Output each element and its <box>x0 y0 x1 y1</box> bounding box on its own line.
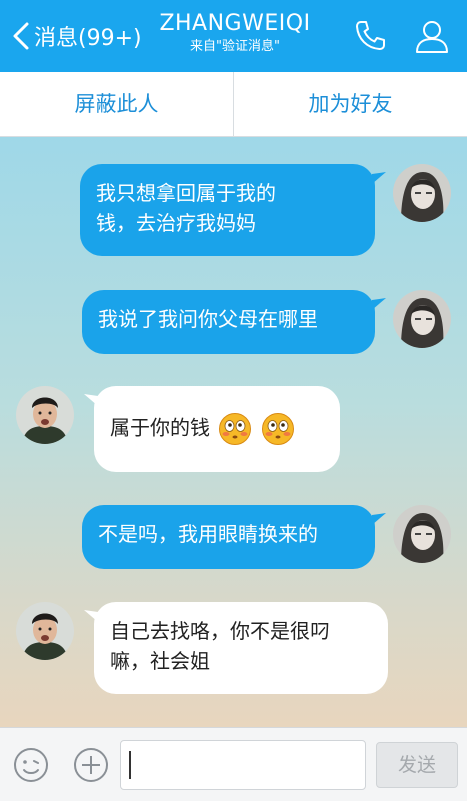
message-text: 我只想拿回属于我的 <box>96 181 276 205</box>
message-text: 属于你的钱 <box>110 415 210 440</box>
bubble-tail <box>372 298 386 310</box>
contact-name: ZHANGWEIQI <box>159 11 311 36</box>
add-friend-button[interactable]: 加为好友 <box>234 72 467 136</box>
block-user-button[interactable]: 屏蔽此人 <box>0 72 233 136</box>
message-bubble-incoming[interactable]: 自己去找咯，你不是很叼 嘛，社会姐 <box>94 602 388 694</box>
avatar-me[interactable] <box>393 164 451 222</box>
phone-icon[interactable] <box>352 18 388 54</box>
back-label: 消息(99+) <box>34 26 142 51</box>
flushed-face-emoji <box>219 413 252 445</box>
chevron-left-icon <box>13 22 29 50</box>
message-text: 嘛，社会姐 <box>110 649 210 673</box>
avatar-image <box>16 602 74 660</box>
avatar-contact[interactable] <box>16 602 74 660</box>
message-bubble-outgoing[interactable]: 我说了我问你父母在哪里 <box>82 290 375 354</box>
person-icon[interactable] <box>414 18 450 54</box>
avatar-image <box>393 164 451 222</box>
text-caret <box>129 751 131 779</box>
message-text: 钱，去治疗我妈妈 <box>96 211 256 235</box>
contact-source: 来自"验证消息" <box>190 39 280 54</box>
stranger-action-bar: 屏蔽此人 加为好友 <box>0 72 467 137</box>
message-text: 自己去找咯，你不是很叼 <box>110 619 330 643</box>
message-bubble-incoming[interactable]: 属于你的钱 <box>94 386 340 472</box>
message-text: 我说了我问你父母在哪里 <box>98 307 318 331</box>
message-text: 不是吗，我用眼睛换来的 <box>98 522 318 546</box>
message-bubble-outgoing[interactable]: 我只想拿回属于我的 钱，去治疗我妈妈 <box>80 164 375 256</box>
chat-header: 消息(99+) ZHANGWEIQI 来自"验证消息" <box>0 0 467 72</box>
message-bubble-outgoing[interactable]: 不是吗，我用眼睛换来的 <box>82 505 375 569</box>
avatar-image <box>393 505 451 563</box>
avatar-image <box>16 386 74 444</box>
avatar-contact[interactable] <box>16 386 74 444</box>
input-bar: 发送 <box>0 727 467 801</box>
flushed-face-emoji <box>261 413 294 445</box>
message-input[interactable] <box>120 740 366 790</box>
back-button[interactable]: 消息(99+) <box>10 18 142 54</box>
avatar-me[interactable] <box>393 290 451 348</box>
bubble-tail <box>372 172 386 184</box>
contact-title-block: ZHANGWEIQI 来自"验证消息" <box>150 10 320 56</box>
send-button[interactable]: 发送 <box>376 742 458 788</box>
smiley-icon[interactable] <box>12 746 50 784</box>
plus-circle-icon[interactable] <box>72 746 110 784</box>
avatar-image <box>393 290 451 348</box>
avatar-me[interactable] <box>393 505 451 563</box>
bubble-tail <box>372 513 386 525</box>
message-list[interactable]: 我只想拿回属于我的 钱，去治疗我妈妈 我说了我问你父母在哪里 属于你的钱 不是吗… <box>0 137 467 727</box>
